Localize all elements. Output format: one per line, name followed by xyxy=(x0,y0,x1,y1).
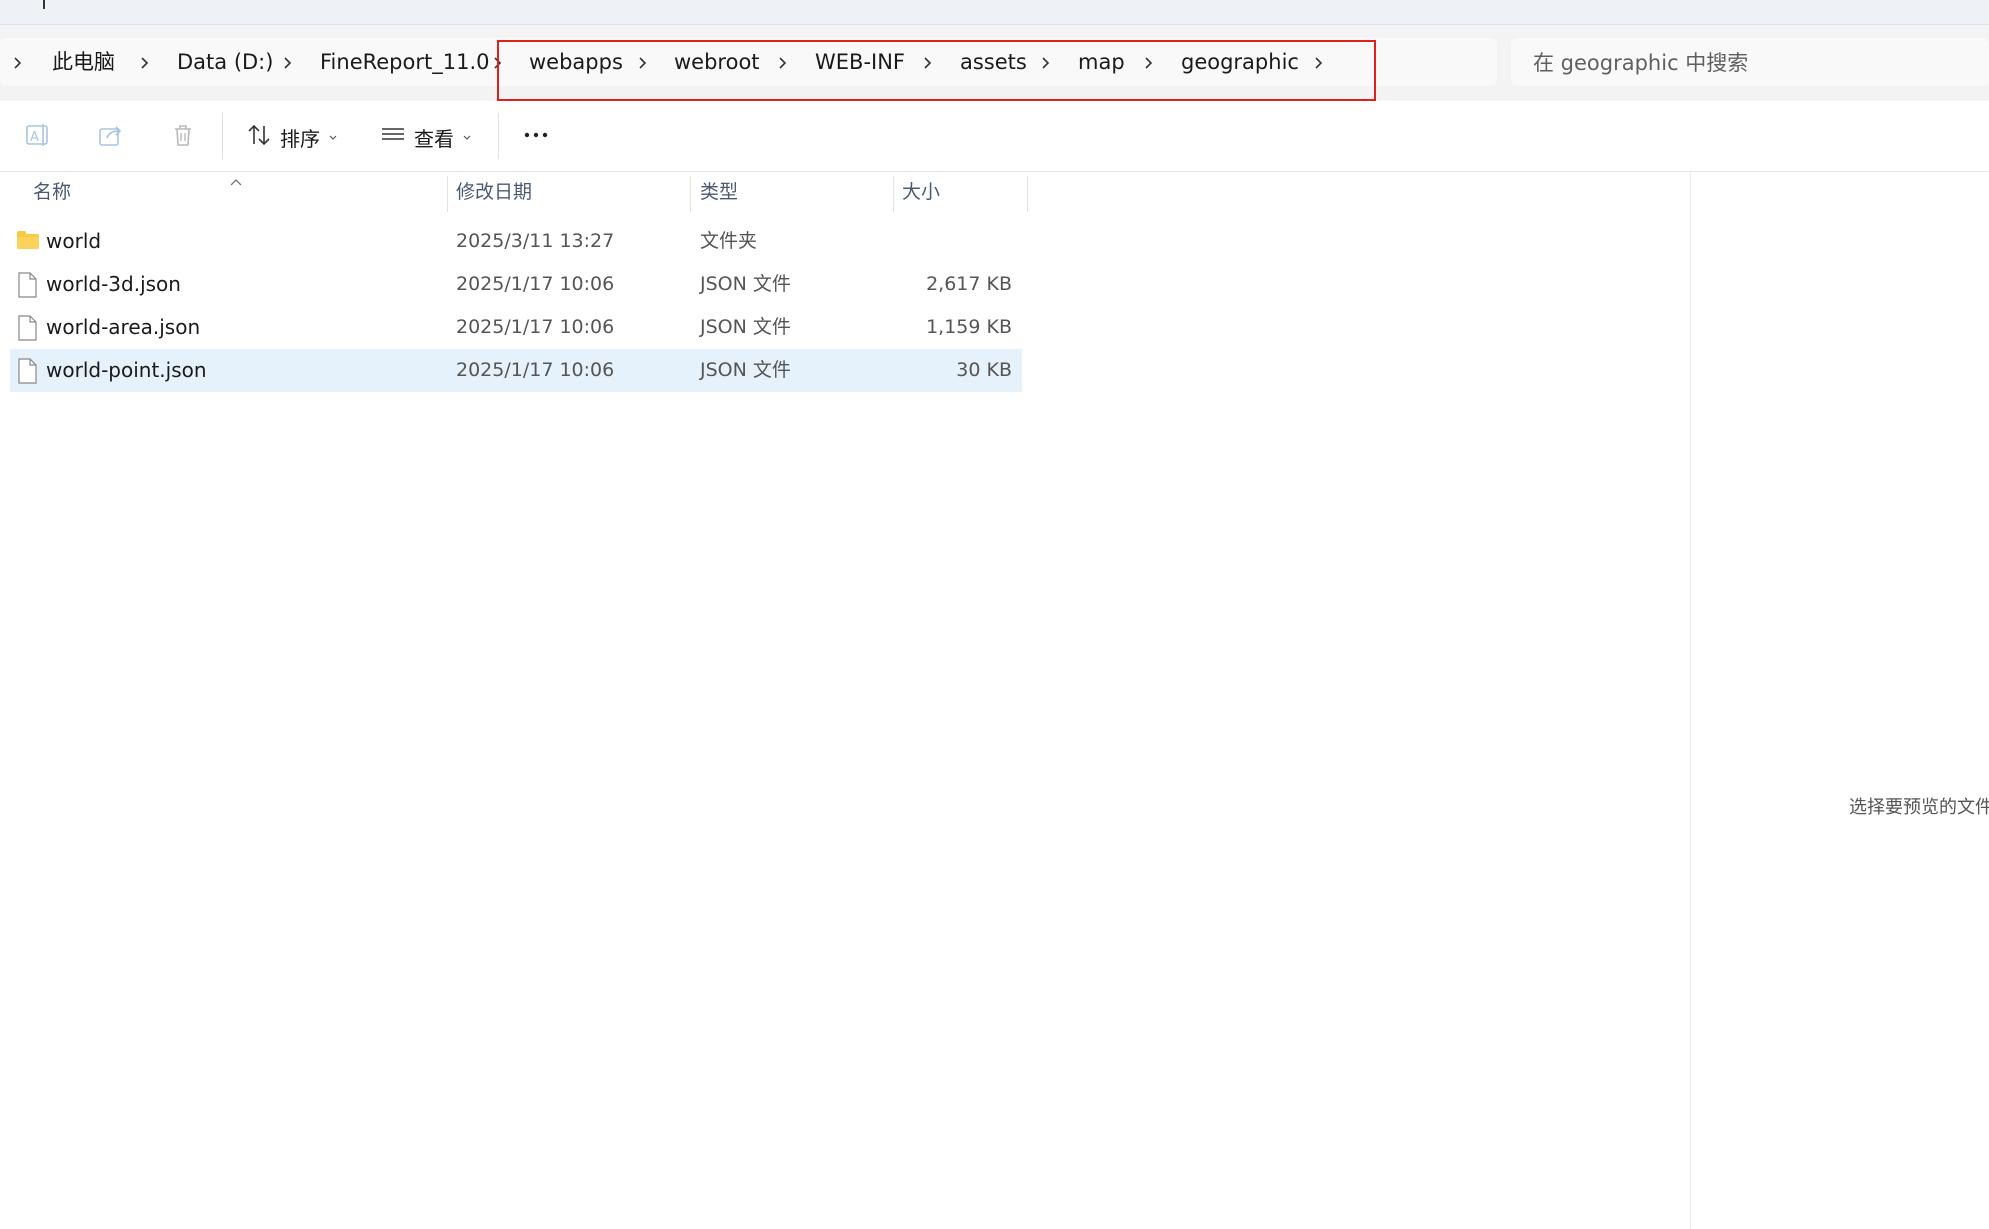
breadcrumb-item[interactable]: assets xyxy=(960,38,1027,86)
breadcrumb-item[interactable]: geographic xyxy=(1181,38,1299,86)
toolbar-separator xyxy=(222,113,223,159)
column-header-row: 名称 修改日期 类型 大小 xyxy=(0,172,1030,212)
file-icon xyxy=(16,358,38,388)
column-divider[interactable] xyxy=(893,176,894,212)
address-row: 此电脑 Data (D:) FineReport_11.0 webapps we… xyxy=(0,25,1989,101)
view-list-icon xyxy=(380,122,406,152)
breadcrumb-item[interactable]: 此电脑 xyxy=(52,38,115,86)
column-header-type[interactable]: 类型 xyxy=(700,172,738,212)
file-date: 2025/3/11 13:27 xyxy=(456,230,615,252)
file-name: world-3d.json xyxy=(46,272,181,296)
command-toolbar: A 排序 查看 xyxy=(0,101,1989,172)
chevron-right-icon[interactable] xyxy=(635,55,651,71)
file-row-world[interactable]: world 2025/3/11 13:27 文件夹 xyxy=(10,220,1022,263)
toolbar-separator xyxy=(498,113,499,159)
delete-button[interactable] xyxy=(169,115,197,159)
file-list: world 2025/3/11 13:27 文件夹 world-3d.json … xyxy=(10,220,1022,392)
file-date: 2025/1/17 10:06 xyxy=(456,359,615,381)
tab-strip-bar xyxy=(0,0,1989,25)
file-date: 2025/1/17 10:06 xyxy=(456,273,615,295)
chevron-right-icon[interactable] xyxy=(137,55,153,71)
file-date: 2025/1/17 10:06 xyxy=(456,316,615,338)
file-row-world-point-json[interactable]: world-point.json 2025/1/17 10:06 JSON 文件… xyxy=(10,349,1022,392)
view-label: 查看 xyxy=(414,126,454,151)
search-box[interactable] xyxy=(1511,38,1989,88)
file-size: 2,617 KB xyxy=(926,273,1012,295)
column-divider[interactable] xyxy=(447,176,448,212)
more-options-button[interactable] xyxy=(522,115,550,159)
address-bar[interactable]: 此电脑 Data (D:) FineReport_11.0 webapps we… xyxy=(0,38,1497,86)
sort-icon xyxy=(246,122,272,152)
chevron-down-icon xyxy=(462,128,472,147)
column-divider[interactable] xyxy=(1027,176,1028,212)
file-icon xyxy=(16,272,38,302)
trash-icon xyxy=(169,121,197,153)
file-size: 30 KB xyxy=(956,359,1012,381)
preview-pane-divider[interactable] xyxy=(1690,172,1691,1229)
column-divider[interactable] xyxy=(690,176,691,212)
chevron-right-icon[interactable] xyxy=(1141,55,1157,71)
breadcrumb-item[interactable]: map xyxy=(1078,38,1125,86)
preview-empty-message: 选择要预览的文件 xyxy=(1849,797,1989,818)
breadcrumb-item[interactable]: webapps xyxy=(529,38,623,86)
sort-label: 排序 xyxy=(280,126,320,151)
chevron-right-icon[interactable] xyxy=(920,55,936,71)
column-header-name[interactable]: 名称 xyxy=(33,172,71,212)
file-type: JSON 文件 xyxy=(700,316,791,338)
file-name: world-point.json xyxy=(46,358,207,382)
chevron-right-icon[interactable] xyxy=(1038,55,1054,71)
share-button[interactable] xyxy=(97,115,125,159)
chevron-down-icon xyxy=(328,128,338,147)
file-size: 1,159 KB xyxy=(926,316,1012,338)
chevron-right-icon[interactable] xyxy=(10,55,26,71)
rename-icon: A xyxy=(24,121,52,153)
file-type: JSON 文件 xyxy=(700,359,791,381)
rename-button[interactable]: A xyxy=(24,115,52,159)
chevron-right-icon[interactable] xyxy=(280,55,296,71)
chevron-right-icon[interactable] xyxy=(490,55,506,71)
more-icon xyxy=(522,121,550,153)
chevron-right-icon[interactable] xyxy=(775,55,791,71)
folder-icon xyxy=(16,229,40,255)
file-type: JSON 文件 xyxy=(700,273,791,295)
breadcrumb-item[interactable]: FineReport_11.0 xyxy=(320,38,490,86)
file-type: 文件夹 xyxy=(700,230,758,252)
sort-button[interactable]: 排序 xyxy=(246,115,338,159)
chevron-right-icon[interactable] xyxy=(1311,55,1327,71)
column-header-date[interactable]: 修改日期 xyxy=(456,172,532,212)
column-header-size[interactable]: 大小 xyxy=(902,172,940,212)
breadcrumb-item[interactable]: Data (D:) xyxy=(177,38,273,86)
file-name: world xyxy=(46,229,102,253)
svg-text:A: A xyxy=(30,130,39,145)
view-button[interactable]: 查看 xyxy=(380,115,472,159)
share-icon xyxy=(97,121,125,153)
tab-strip xyxy=(0,0,1989,25)
file-row-world-area-json[interactable]: world-area.json 2025/1/17 10:06 JSON 文件 … xyxy=(10,306,1022,349)
file-name: world-area.json xyxy=(46,315,201,339)
file-row-world-3d-json[interactable]: world-3d.json 2025/1/17 10:06 JSON 文件 2,… xyxy=(10,263,1022,306)
file-icon xyxy=(16,315,38,345)
breadcrumb-item[interactable]: WEB-INF xyxy=(815,38,905,86)
search-input[interactable] xyxy=(1531,38,1975,88)
new-tab-button[interactable] xyxy=(34,0,54,9)
breadcrumb-item[interactable]: webroot xyxy=(674,38,760,86)
